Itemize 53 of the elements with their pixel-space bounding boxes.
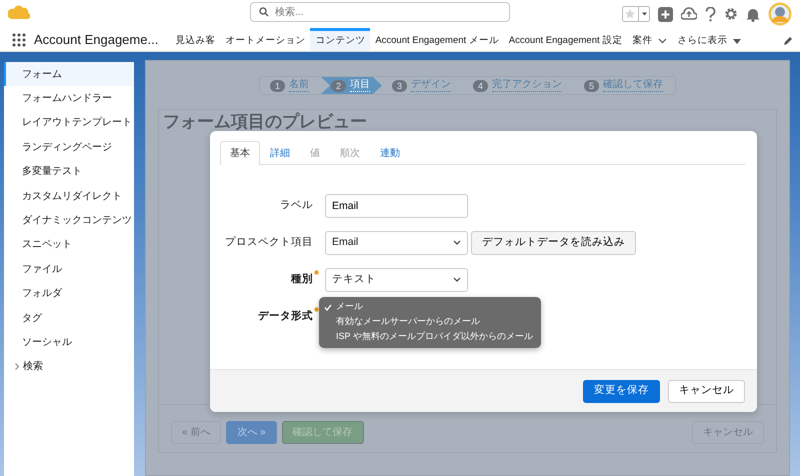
select-field[interactable]: テキスト — [325, 268, 468, 292]
nav-tab[interactable]: Account Engagement メール — [370, 28, 504, 51]
add-icon[interactable] — [658, 6, 673, 22]
cloud-icon[interactable] — [681, 7, 697, 21]
sidebar-item[interactable]: 多変量テスト — [4, 160, 134, 184]
caret-icon — [733, 38, 742, 44]
app-name: Account Engageme... — [34, 30, 158, 49]
preview-title: フォーム項目のプレビュー — [163, 112, 367, 132]
chevron-down-icon — [453, 277, 461, 282]
nav-tab[interactable]: オートメーション — [220, 28, 310, 51]
sidebar-item[interactable]: ソーシャル — [4, 330, 134, 355]
nav-tab[interactable]: Account Engagement 設定 — [504, 28, 628, 51]
sidebar-item[interactable]: カスタムリダイレクト — [4, 184, 134, 208]
search-icon — [259, 7, 269, 17]
nav-tab[interactable]: さらに表示 — [672, 28, 746, 51]
sidebar-item[interactable]: 検索 — [4, 354, 134, 380]
sidebar-item[interactable]: ファイル — [4, 257, 134, 282]
field-label: ラベル — [280, 198, 313, 211]
field-label: 種別 — [291, 272, 313, 285]
app-launcher-icon[interactable] — [12, 32, 26, 46]
settings-icon[interactable] — [724, 7, 738, 21]
menu-option[interactable]: ISP や無料のメールプロバイダ以外からのメール — [319, 330, 533, 344]
sidebar-item[interactable]: フォームハンドラー — [4, 86, 134, 111]
sidebar-item[interactable]: フォルダ — [4, 282, 134, 306]
chevron-right-icon — [14, 363, 20, 370]
sidebar-item[interactable]: スニペット — [4, 232, 134, 258]
nav-tab[interactable]: コンテンツ — [310, 28, 370, 51]
dialog-tab[interactable]: 連動 — [370, 141, 410, 164]
load-default-button[interactable]: デフォルトデータを読み込み — [471, 230, 636, 254]
chevron-down-icon — [453, 240, 461, 245]
sidebar-item[interactable]: ダイナミックコンテンツ — [4, 208, 134, 233]
field-label: プロスペクト項目 — [225, 236, 313, 248]
chevron-down-icon — [658, 38, 668, 44]
avatar[interactable] — [768, 2, 792, 26]
nav-tab[interactable]: 案件 — [627, 28, 672, 51]
sidebar-item[interactable]: ランディングページ — [4, 135, 134, 160]
menu-option[interactable]: メール — [319, 300, 533, 314]
search-field[interactable]: 検索... — [250, 2, 510, 22]
dialog-tab[interactable]: 基本 — [220, 141, 260, 165]
sidebar-item[interactable]: タグ — [4, 306, 134, 330]
dialog-tab[interactable]: 詳細 — [260, 141, 300, 164]
menu-option[interactable]: 有効なメールサーバーからのメール — [319, 314, 533, 330]
notification-bell-icon[interactable] — [746, 6, 760, 22]
field-label: データ形式 — [258, 310, 313, 322]
select-field[interactable]: Email — [325, 230, 468, 254]
cancel-button[interactable]: キャンセル — [668, 380, 745, 402]
edit-pencil-icon[interactable] — [783, 36, 793, 46]
text-field[interactable]: Email — [325, 194, 468, 218]
help-icon[interactable] — [705, 6, 716, 22]
sidebar-item[interactable]: レイアウトテンプレート — [4, 110, 134, 136]
sidebar-item[interactable]: フォーム — [4, 62, 134, 86]
nav-tab[interactable]: 見込み客 — [170, 28, 220, 51]
save-changes-button[interactable]: 変更を保存 — [583, 380, 660, 402]
